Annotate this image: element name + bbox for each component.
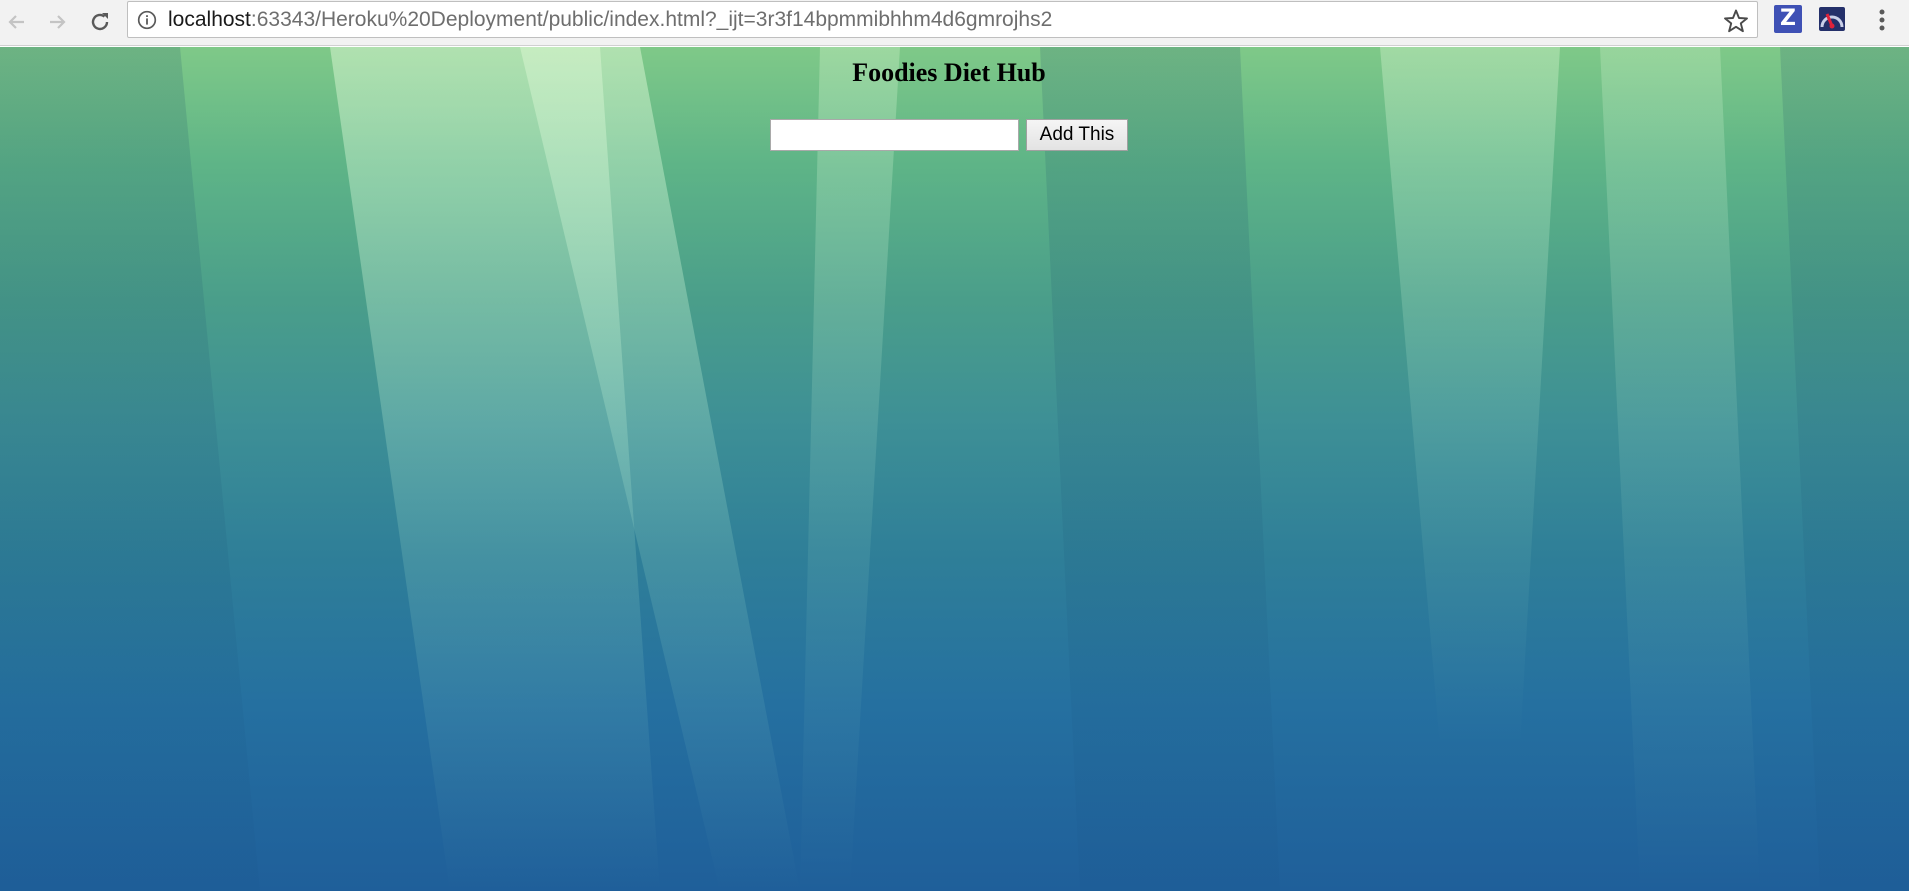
page-viewport: Foodies Diet Hub Add This xyxy=(0,47,1909,891)
url-text[interactable]: localhost:63343/Heroku%20Deployment/publ… xyxy=(168,8,1052,32)
url-path: :63343/Heroku%20Deployment/public/index.… xyxy=(250,8,1053,31)
url-host: localhost xyxy=(168,8,251,31)
address-bar[interactable]: localhost:63343/Heroku%20Deployment/publ… xyxy=(127,1,1758,38)
browser-toolbar: localhost:63343/Heroku%20Deployment/publ… xyxy=(0,0,1909,46)
reload-icon xyxy=(91,13,109,31)
arrow-right-icon xyxy=(50,15,66,29)
add-this-button[interactable]: Add This xyxy=(1026,119,1128,151)
z-extension-icon[interactable]: Z xyxy=(1774,5,1802,33)
info-icon[interactable] xyxy=(137,10,157,30)
forward-button[interactable] xyxy=(40,5,74,39)
arrow-left-icon xyxy=(8,15,24,29)
star-icon[interactable] xyxy=(1723,8,1749,34)
gauge-extension-icon[interactable] xyxy=(1818,5,1846,33)
vertical-dots-menu-icon[interactable] xyxy=(1870,4,1894,36)
add-food-form: Add This xyxy=(770,119,1128,151)
food-input[interactable] xyxy=(770,119,1019,151)
back-button[interactable] xyxy=(0,5,34,39)
reload-button[interactable] xyxy=(83,5,117,39)
page-title: Foodies Diet Hub xyxy=(852,58,1046,87)
aurora-background xyxy=(0,47,1909,891)
